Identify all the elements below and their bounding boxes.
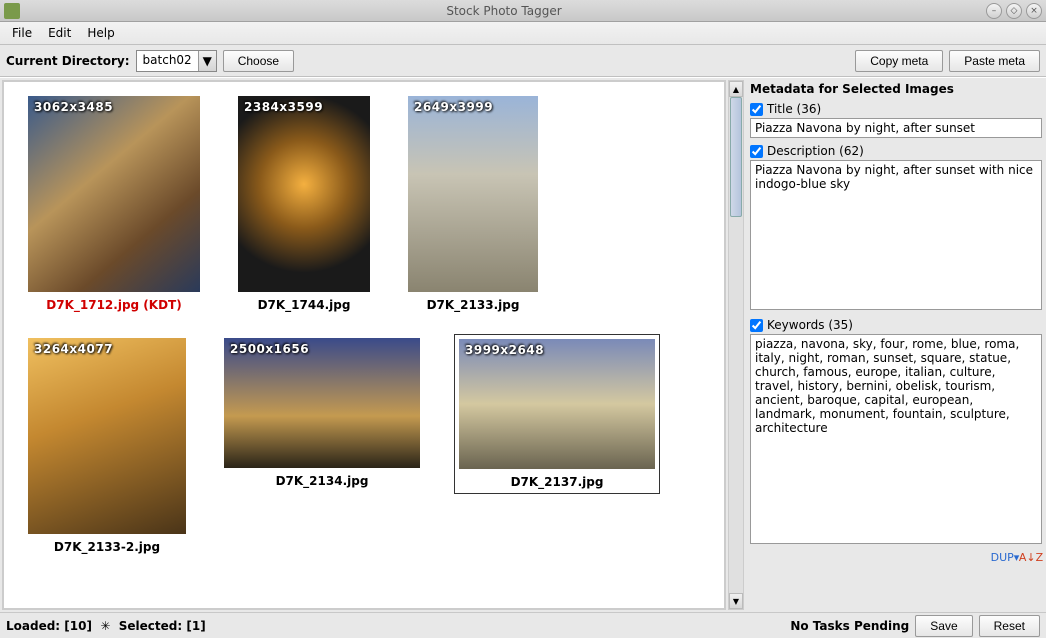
directory-select-value: batch02 [137,51,198,71]
maximize-button[interactable]: ◇ [1006,3,1022,19]
description-textarea[interactable] [750,160,1042,310]
main-area: 3062x3485 D7K_1712.jpg (KDT) 2384x3599 D7K_… [0,77,1046,612]
thumbnail-dimensions: 3062x3485 [34,100,113,114]
menubar: File Edit Help [0,22,1046,45]
title-input[interactable] [750,118,1042,138]
thumbnail-cell[interactable]: 2649x3999 D7K_2133.jpg [404,92,542,316]
window-titlebar: Stock Photo Tagger – ◇ × [0,0,1046,22]
keywords-label-text: Keywords (35) [767,318,853,332]
thumbnail-image[interactable]: 3062x3485 [28,96,200,292]
thumbnail-image[interactable]: 2384x3599 [238,96,370,292]
menu-file[interactable]: File [4,23,40,43]
thumbnail-filename: D7K_1712.jpg (KDT) [46,298,181,312]
description-label-text: Description (62) [767,144,864,158]
title-checkbox[interactable] [750,103,763,116]
keywords-checkbox[interactable] [750,319,763,332]
thumbnail-filename: D7K_2133.jpg [427,298,520,312]
thumbnail-image[interactable]: 3999x2648 [459,339,655,469]
thumbnail-cell[interactable]: 2500x1656 D7K_2134.jpg [220,334,424,492]
current-directory-label: Current Directory: [6,54,130,68]
menu-help[interactable]: Help [79,23,122,43]
keywords-textarea[interactable] [750,334,1042,544]
sort-az-icon[interactable]: A↓Z [1022,548,1040,566]
thumbnail-cell[interactable]: 3264x4077 D7K_2133-2.jpg [24,334,190,558]
scroll-track[interactable] [729,97,743,593]
title-field-label[interactable]: Title (36) [750,100,1042,118]
status-tasks: No Tasks Pending [790,619,909,633]
metadata-header: Metadata for Selected Images [750,80,1042,100]
thumbnail-filename: D7K_2134.jpg [276,474,369,488]
title-label-text: Title (36) [767,102,821,116]
close-button[interactable]: × [1026,3,1042,19]
paste-meta-button[interactable]: Paste meta [949,50,1040,72]
thumbnail-cell[interactable]: 3062x3485 D7K_1712.jpg (KDT) [24,92,204,316]
statusbar: Loaded: [10] ✳ Selected: [1] No Tasks Pe… [0,612,1046,638]
scroll-down-icon[interactable]: ▼ [729,593,743,609]
scroll-thumb[interactable] [730,97,742,217]
keywords-field-label[interactable]: Keywords (35) [750,316,1042,334]
dedupe-icon[interactable]: DUP▾ [996,548,1014,566]
description-field-label[interactable]: Description (62) [750,142,1042,160]
scroll-up-icon[interactable]: ▲ [729,81,743,97]
thumbnail-image[interactable]: 3264x4077 [28,338,186,534]
minimize-button[interactable]: – [986,3,1002,19]
thumbnail-image[interactable]: 2500x1656 [224,338,420,468]
thumbnail-filename: D7K_2137.jpg [511,475,604,489]
menu-edit[interactable]: Edit [40,23,79,43]
choose-button[interactable]: Choose [223,50,294,72]
thumbnail-dimensions: 3264x4077 [34,342,113,356]
metadata-pane: Metadata for Selected Images Title (36) … [746,78,1046,612]
thumbnail-image[interactable]: 2649x3999 [408,96,538,292]
gallery-scrollbar[interactable]: ▲ ▼ [728,80,744,610]
thumbnail-dimensions: 2384x3599 [244,100,323,114]
chevron-down-icon[interactable]: ▼ [198,51,216,71]
window-title: Stock Photo Tagger [26,4,982,18]
thumbnail-dimensions: 2649x3999 [414,100,493,114]
copy-meta-button[interactable]: Copy meta [855,50,943,72]
gallery-pane[interactable]: 3062x3485 D7K_1712.jpg (KDT) 2384x3599 D7K_… [2,80,726,610]
thumbnail-cell[interactable]: 3999x2648 D7K_2137.jpg [454,334,660,494]
directory-select[interactable]: batch02 ▼ [136,50,217,72]
save-button[interactable]: Save [915,615,972,637]
reset-button[interactable]: Reset [979,615,1040,637]
description-checkbox[interactable] [750,145,763,158]
thumbnail-cell[interactable]: 2384x3599 D7K_1744.jpg [234,92,374,316]
thumbnail-filename: D7K_2133-2.jpg [54,540,160,554]
toolbar: Current Directory: batch02 ▼ Choose Copy… [0,45,1046,77]
thumbnail-dimensions: 2500x1656 [230,342,309,356]
thumbnail-filename: D7K_1744.jpg [258,298,351,312]
status-loaded: Loaded: [10] ✳ Selected: [1] [6,619,206,633]
app-icon [4,3,20,19]
thumbnail-dimensions: 3999x2648 [465,343,544,357]
